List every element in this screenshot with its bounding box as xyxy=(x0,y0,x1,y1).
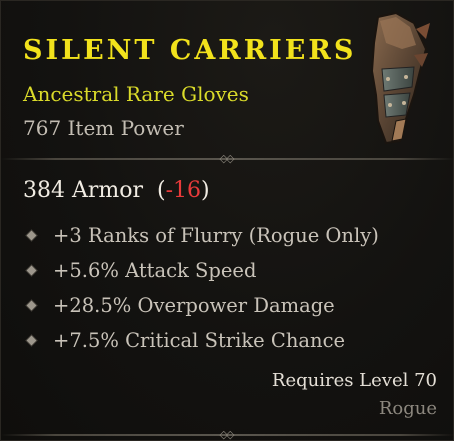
affix-item: +7.5% Critical Strike Chance xyxy=(23,323,379,358)
affix-text: +5.6% Attack Speed xyxy=(53,259,257,282)
item-type: Ancestral Rare Gloves xyxy=(23,82,249,106)
armor-stat: 384 Armor (-16) xyxy=(23,178,210,203)
section-divider: ◇◇ xyxy=(1,153,454,165)
item-name: SILENT CARRIERS xyxy=(23,35,357,66)
item-tooltip: SILENT CARRIERS Ancestral Rare Gloves 76… xyxy=(0,0,454,441)
class-requirement: Rogue xyxy=(378,398,437,419)
affix-item: +5.6% Attack Speed xyxy=(23,253,379,288)
affix-bullet-icon xyxy=(27,231,37,241)
divider-ornament-icon: ◇◇ xyxy=(219,428,235,441)
affix-text: +28.5% Overpower Damage xyxy=(53,294,335,317)
affix-item: +3 Ranks of Flurry (Rogue Only) xyxy=(23,218,379,253)
affix-bullet-icon xyxy=(27,301,37,311)
affix-bullet-icon xyxy=(27,266,37,276)
divider-ornament-icon: ◇◇ xyxy=(219,152,235,165)
bottom-divider: ◇◇ xyxy=(1,429,454,441)
armor-value: 384 Armor xyxy=(23,178,144,203)
armor-delta: -16 xyxy=(165,178,202,203)
affix-text: +3 Ranks of Flurry (Rogue Only) xyxy=(53,224,379,247)
affix-bullet-icon xyxy=(27,336,37,346)
affix-text: +7.5% Critical Strike Chance xyxy=(53,329,346,352)
affix-list: +3 Ranks of Flurry (Rogue Only) +5.6% At… xyxy=(23,218,379,358)
armor-delta-close: ) xyxy=(201,178,210,203)
item-power: 767 Item Power xyxy=(23,116,184,140)
leather-gloves-icon xyxy=(356,9,438,147)
armor-delta-open: ( xyxy=(157,178,166,203)
affix-item: +28.5% Overpower Damage xyxy=(23,288,379,323)
level-requirement: Requires Level 70 xyxy=(271,370,437,391)
